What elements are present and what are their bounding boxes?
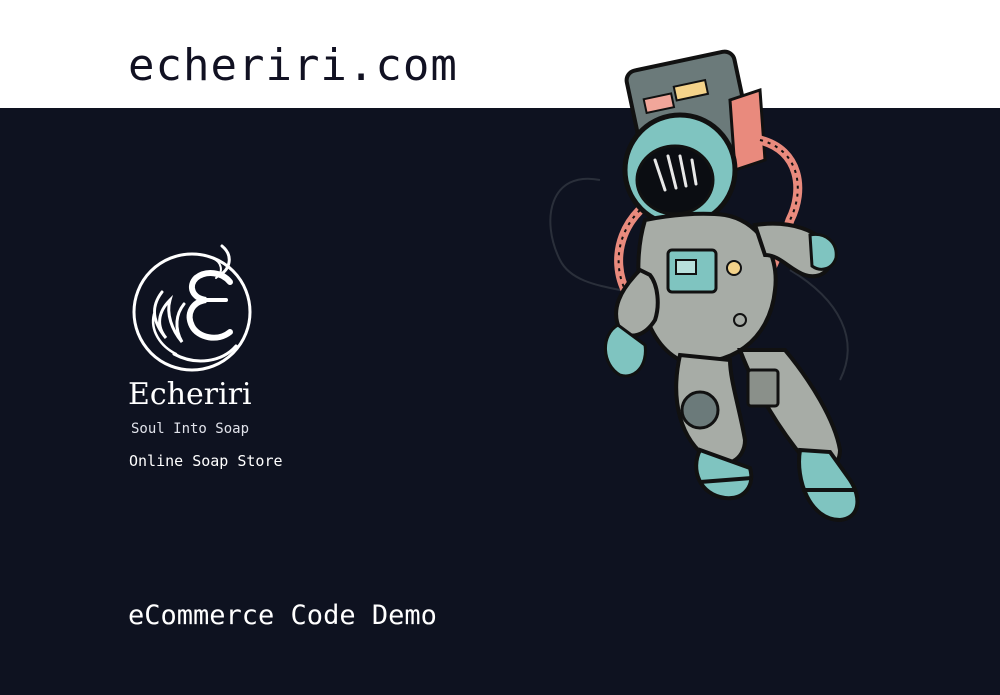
site-title[interactable]: echeriri.com <box>128 44 458 88</box>
echeriri-logo-icon <box>132 244 252 372</box>
astronaut-illustration <box>549 49 860 523</box>
brand-name: Echeriri <box>128 377 252 412</box>
demo-label: eCommerce Code Demo <box>128 600 437 631</box>
store-label: Online Soap Store <box>129 452 283 470</box>
brand-tagline: Soul Into Soap <box>131 421 250 437</box>
